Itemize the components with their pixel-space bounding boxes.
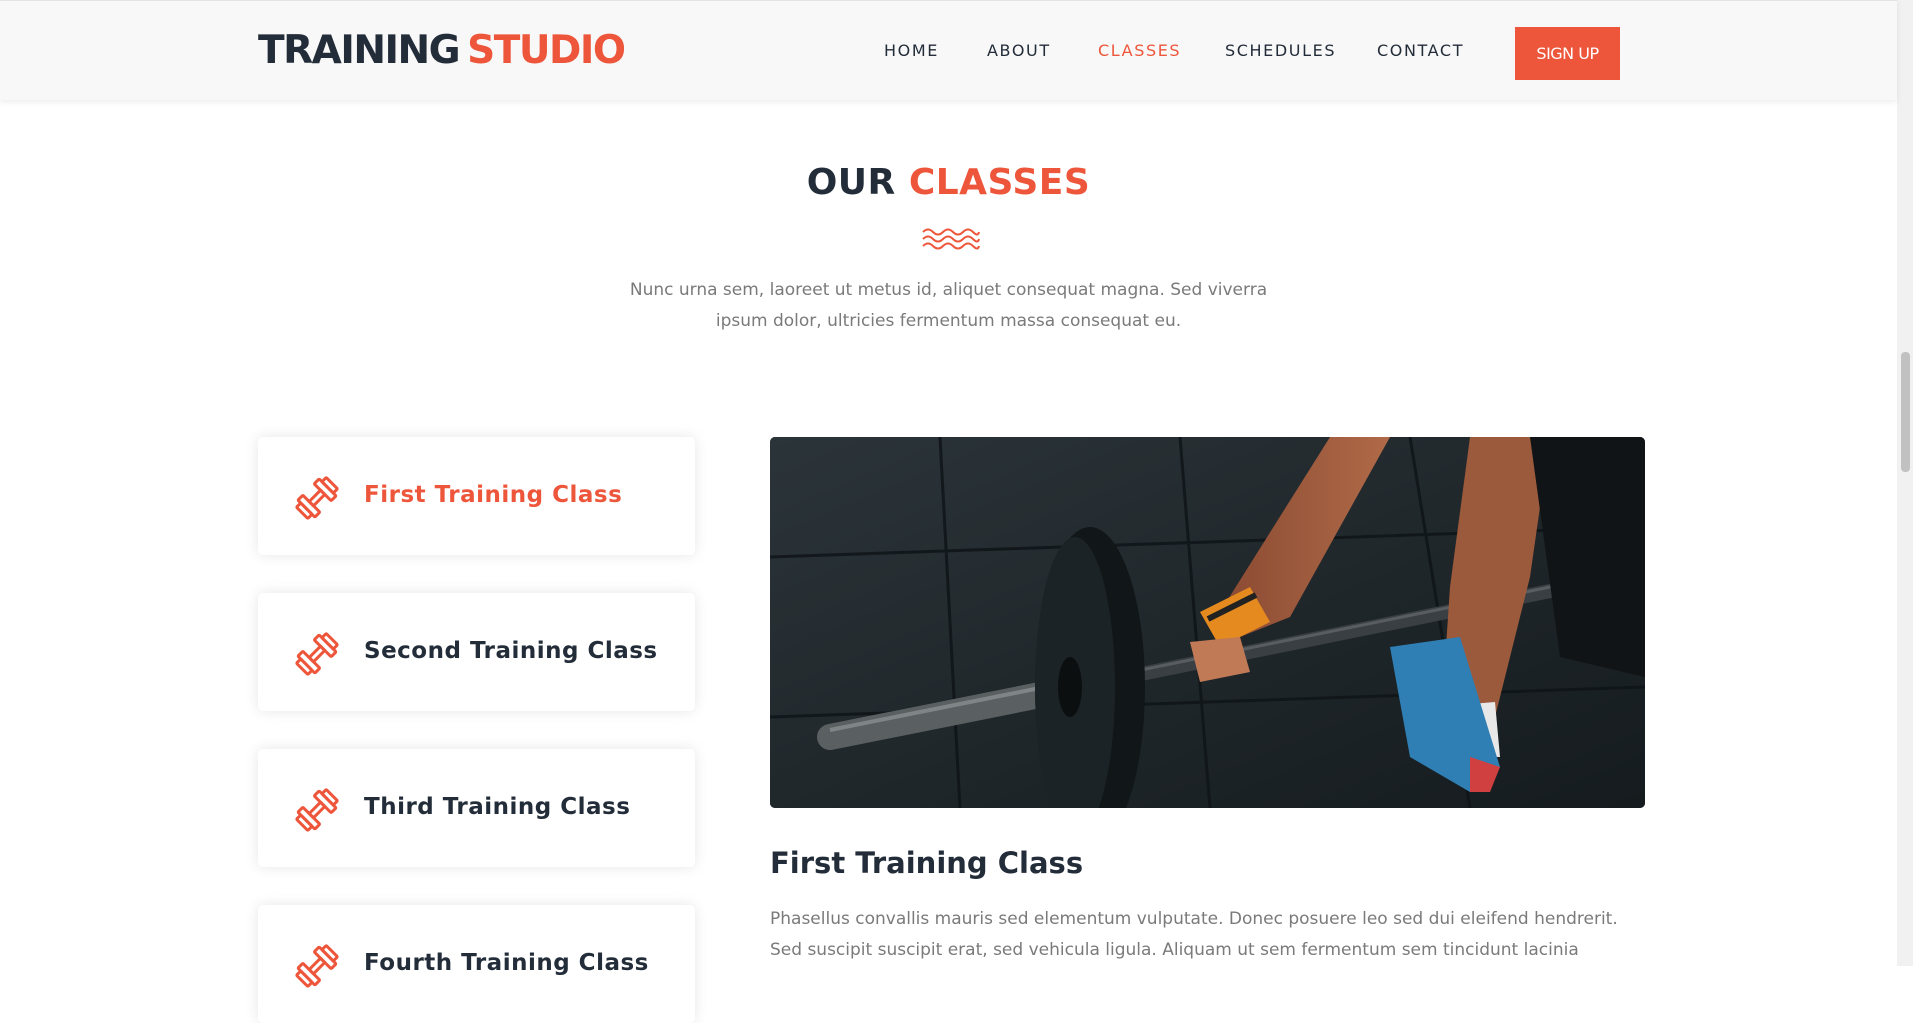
nav-about[interactable]: ABOUT — [987, 39, 1051, 63]
dumbbell-icon — [295, 476, 339, 520]
class-tab-fourth[interactable]: Fourth Training Class — [258, 905, 695, 1023]
logo-accent-text: STUDIO — [467, 28, 626, 73]
site-header: TRAINING STUDIO HOME ABOUT CLASSES SCHEDU… — [0, 0, 1897, 100]
nav-contact[interactable]: CONTACT — [1377, 39, 1464, 63]
section-title-primary: OUR — [806, 162, 896, 203]
class-desc-line-1: Phasellus convallis mauris sed elementum… — [770, 909, 1618, 929]
nav-home[interactable]: HOME — [884, 39, 939, 63]
intro-line-2: ipsum dolor, ultricies fermentum massa c… — [715, 311, 1182, 331]
scrollbar-thumb[interactable] — [1901, 352, 1910, 472]
class-tab-label: First Training Class — [364, 482, 623, 508]
page-scrollbar[interactable] — [1897, 0, 1913, 966]
class-tab-third[interactable]: Third Training Class — [258, 749, 695, 867]
logo-primary-text: TRAINING — [258, 28, 461, 73]
dumbbell-icon — [295, 632, 339, 676]
sign-up-button[interactable]: SIGN UP — [1515, 27, 1620, 80]
class-tab-label: Fourth Training Class — [364, 950, 649, 976]
site-logo[interactable]: TRAINING STUDIO — [258, 27, 626, 75]
class-title: First Training Class — [770, 846, 1084, 880]
nav-classes[interactable]: CLASSES — [1098, 39, 1181, 63]
barbell-photo — [770, 437, 1645, 808]
nav-schedules[interactable]: SCHEDULES — [1225, 39, 1336, 63]
section-title: OUR CLASSES — [0, 158, 1897, 208]
class-desc-line-2: Sed suscipit suscipit erat, sed vehicula… — [770, 940, 1579, 960]
class-tab-first[interactable]: First Training Class — [258, 437, 695, 555]
class-tab-label: Second Training Class — [364, 638, 658, 664]
class-tab-second[interactable]: Second Training Class — [258, 593, 695, 711]
wave-divider-icon — [922, 228, 980, 250]
dumbbell-icon — [295, 788, 339, 832]
section-title-accent: CLASSES — [908, 162, 1091, 203]
dumbbell-icon — [295, 944, 339, 988]
intro-line-1: Nunc urna sem, laoreet ut metus id, aliq… — [629, 280, 1268, 300]
class-description: Phasellus convallis mauris sed elementum… — [770, 904, 1650, 966]
class-tab-label: Third Training Class — [364, 794, 631, 820]
section-intro: Nunc urna sem, laoreet ut metus id, aliq… — [620, 275, 1277, 337]
class-image — [770, 437, 1645, 808]
